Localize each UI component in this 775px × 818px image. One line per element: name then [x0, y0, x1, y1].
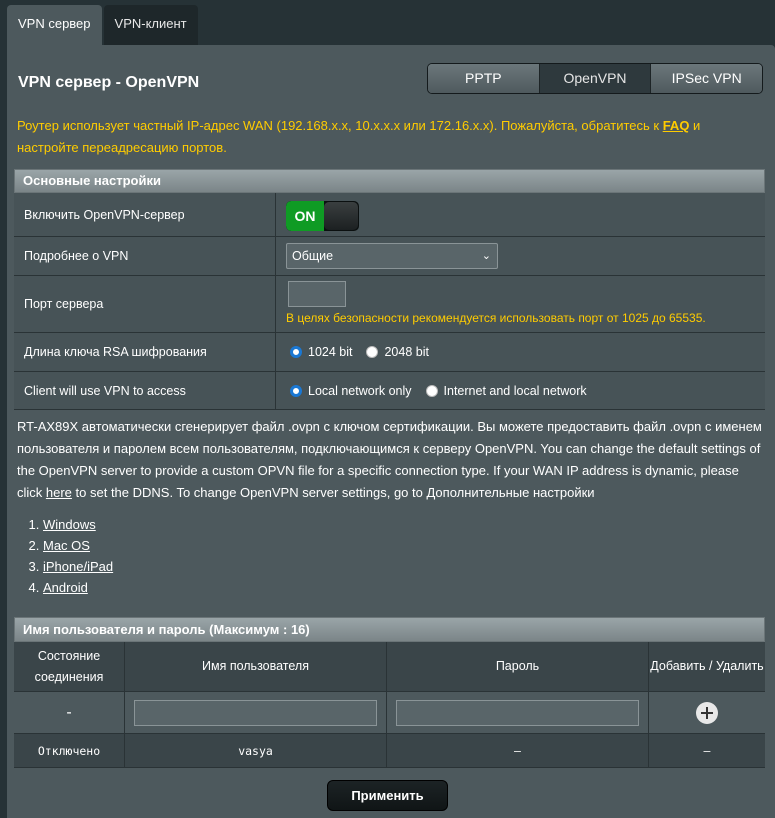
- users-input-row: -: [14, 692, 765, 734]
- list-item: Mac OS: [43, 535, 113, 556]
- protocol-switcher: PPTP OpenVPN IPSec VPN: [427, 63, 763, 94]
- access-row: Client will use VPN to access Local netw…: [14, 372, 765, 410]
- windows-link[interactable]: Windows: [43, 517, 96, 532]
- toggle-state: ON: [286, 201, 324, 231]
- list-item: Windows: [43, 514, 113, 535]
- faq-link[interactable]: FAQ: [663, 118, 690, 133]
- col-status-header: Состояние соединения: [14, 642, 125, 691]
- enable-openvpn-toggle[interactable]: ON: [286, 201, 359, 231]
- android-link[interactable]: Android: [43, 580, 88, 595]
- table-row: Отключено vasya – –: [14, 734, 765, 768]
- password-input[interactable]: [396, 699, 639, 726]
- macos-link[interactable]: Mac OS: [43, 538, 90, 553]
- protocol-ipsec-button[interactable]: IPSec VPN: [650, 64, 762, 93]
- enable-label: Включить OpenVPN-сервер: [14, 193, 276, 236]
- ddns-here-link[interactable]: here: [46, 485, 72, 500]
- apply-button[interactable]: Применить: [327, 780, 448, 811]
- col-action-header: Добавить / Удалить: [650, 659, 764, 673]
- rsa-label: Длина ключа RSA шифрования: [14, 333, 276, 371]
- tab-vpn-server[interactable]: VPN сервер: [7, 5, 102, 47]
- username-input[interactable]: [134, 699, 377, 726]
- details-label: Подробнее о VPN: [14, 237, 276, 275]
- col-username-header: Имя пользователя: [125, 642, 387, 691]
- input-status: -: [14, 692, 125, 733]
- enable-row: Включить OpenVPN-сервер ON: [14, 193, 765, 237]
- protocol-openvpn-button[interactable]: OpenVPN: [538, 64, 651, 93]
- list-item: Android: [43, 577, 113, 598]
- access-internet-radio[interactable]: [425, 384, 438, 397]
- tab-vpn-client[interactable]: VPN-клиент: [103, 5, 198, 47]
- vpn-details-value: Общие: [292, 249, 334, 263]
- top-tabs: VPN сервер VPN-клиент: [7, 5, 198, 47]
- port-hint: В целях безопасности рекомендуется испол…: [286, 311, 706, 325]
- rsa-1024-radio[interactable]: [290, 346, 302, 358]
- user-username: vasya: [125, 734, 387, 767]
- toggle-knob: [324, 202, 358, 230]
- description-text-after: to set the DDNS. To change OpenVPN serve…: [71, 485, 595, 500]
- notice-text: Роутер использует частный IP-адрес WAN (…: [17, 118, 663, 133]
- access-local-label: Local network only: [308, 383, 412, 398]
- chevron-down-icon: ⌄: [481, 250, 491, 262]
- rsa-1024-label: 1024 bit: [308, 345, 353, 359]
- user-password: –: [387, 734, 649, 767]
- rsa-2048-label: 2048 bit: [384, 345, 429, 359]
- users-header: Имя пользователя и пароль (Максимум : 16…: [14, 617, 765, 642]
- col-password-header: Пароль: [387, 642, 649, 691]
- wan-notice: Роутер использует частный IP-адрес WAN (…: [17, 115, 757, 159]
- users-table-header: Состояние соединения Имя пользователя Па…: [14, 642, 765, 692]
- access-internet-label: Internet and local network: [443, 383, 587, 398]
- user-action: –: [703, 743, 711, 758]
- ovpn-description: RT-AX89X автоматически сгенерирует файл …: [17, 416, 767, 504]
- main-panel: VPN сервер - OpenVPN PPTP OpenVPN IPSec …: [7, 45, 775, 818]
- page-title: VPN сервер - OpenVPN: [18, 74, 200, 91]
- access-label: Client will use VPN to access: [14, 372, 276, 409]
- add-icon[interactable]: [696, 701, 718, 724]
- basic-settings-header: Основные настройки: [14, 169, 765, 193]
- user-status: Отключено: [14, 734, 125, 767]
- rsa-2048-radio[interactable]: [366, 346, 379, 358]
- server-port-input[interactable]: [288, 281, 346, 307]
- os-guide-list: Windows Mac OS iPhone/iPad Android: [27, 514, 113, 598]
- access-local-radio[interactable]: [290, 384, 302, 397]
- list-item: iPhone/iPad: [43, 556, 113, 577]
- details-row: Подробнее о VPN Общие ⌄: [14, 237, 765, 276]
- port-row: Порт сервера В целях безопасности рекоме…: [14, 276, 765, 333]
- port-label: Порт сервера: [14, 276, 276, 332]
- vpn-details-select[interactable]: Общие ⌄: [286, 243, 498, 269]
- iphone-ipad-link[interactable]: iPhone/iPad: [43, 559, 113, 574]
- protocol-pptp-button[interactable]: PPTP: [428, 64, 539, 93]
- rsa-row: Длина ключа RSA шифрования 1024 bit 2048…: [14, 333, 765, 372]
